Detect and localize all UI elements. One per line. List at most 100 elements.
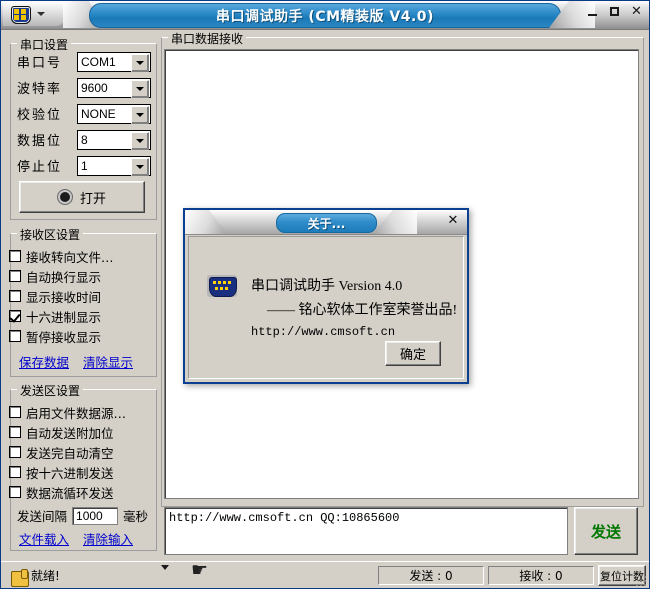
send-button-label: 发送 [590,522,621,541]
checkbox-box[interactable] [9,486,21,498]
checkbox-box[interactable] [9,270,21,282]
data-bits-select[interactable]: 8 [77,129,151,150]
open-port-button[interactable]: 打开 [19,181,145,213]
chevron-down-icon[interactable] [131,157,149,176]
clear-display-link[interactable]: 清除显示 [83,352,133,371]
about-publisher-text: —— 铭心软体工作室荣誉出品! [267,303,458,318]
checkbox-box[interactable] [9,426,21,438]
save-data-link[interactable]: 保存数据 [19,352,69,371]
receive-settings-title: 接收区设置 [17,226,84,243]
checkbox-label: 数据流循环发送 [26,485,114,501]
status-ready-panel: 就绪! [5,566,165,587]
dialog-left-curve [185,210,227,234]
about-dialog-title-bar: 关于... ✕ [185,210,467,235]
checkbox-box[interactable] [9,290,21,302]
checkbox-enable-file-source[interactable]: 启用文件数据源… [9,403,126,421]
serial-port-label: 串口号 [17,56,63,71]
about-url-text: http://www.cmsoft.cn [251,325,396,339]
about-ok-button[interactable]: 确定 [385,341,441,366]
stop-bits-select[interactable]: 1 [77,155,151,176]
baud-rate-select[interactable]: 9600 [77,77,151,98]
chevron-down-icon[interactable] [131,53,149,72]
serial-port-select[interactable]: COM1 [77,51,151,72]
checkbox-box[interactable] [9,406,21,418]
about-dialog-title: 关于... [307,216,346,231]
status-ready-text: 就绪! [31,569,60,583]
checkbox-box[interactable] [9,250,21,262]
data-bits-label: 数据位 [17,134,63,149]
checkbox-label: 按十六进制发送 [26,465,114,481]
serial-debug-assistant-window: 串口调试助手 (CM精装版 V4.0) ✕ 串口设置 串口号 COM1 波特率 … [0,0,650,589]
receive-data-title: 串口数据接收 [168,30,247,47]
checkbox-box[interactable] [9,330,21,342]
status-bar: 就绪! 发送 : 0 接收 : 0 复位计数 [1,561,649,588]
checkbox-pause-receive[interactable]: 暂停接收显示 [9,327,101,345]
pointing-hand-icon [11,569,29,587]
send-interval-label: 发送间隔 [17,509,68,524]
checkbox-box[interactable] [9,446,21,458]
title-pill: 串口调试助手 (CM精装版 V4.0) [89,3,561,28]
send-links: 文件载入 清除输入 [19,529,133,548]
close-icon[interactable]: ✕ [630,5,643,18]
checkbox-auto-append-bits[interactable]: 自动发送附加位 [9,423,114,441]
checkbox-box[interactable] [9,466,21,478]
about-dialog: 关于... ✕ 串口调试助手 Version 4.0 —— 铭心软体工作室荣誉出… [183,208,469,384]
parity-row: 校验位 NONE [17,103,151,124]
db9-serial-connector-icon [207,275,237,297]
data-bits-row: 数据位 8 [17,129,151,150]
window-menu-button[interactable] [3,2,66,26]
serial-port-row: 串口号 COM1 [17,51,151,72]
send-interval-input[interactable]: 1000 [72,506,119,525]
crest-icon [11,6,31,24]
checkbox-clear-after-send[interactable]: 发送完自动清空 [9,443,114,461]
checkbox-box-checked[interactable] [9,310,21,322]
close-icon[interactable]: ✕ [446,213,460,228]
send-button[interactable]: 发送 [574,507,638,555]
checkbox-loop-send[interactable]: 数据流循环发送 [9,483,114,501]
open-port-label: 打开 [79,191,106,207]
serial-port-value: COM1 [81,54,116,69]
checkbox-send-as-hex[interactable]: 按十六进制发送 [9,463,114,481]
checkbox-label: 发送完自动清空 [26,445,114,461]
parity-value: NONE [81,106,116,121]
receive-links: 保存数据 清除显示 [19,352,133,371]
stop-bits-value: 1 [81,158,88,173]
send-interval-row: 发送间隔 1000 毫秒 [17,506,148,525]
stop-bits-row: 停止位 1 [17,155,151,176]
checkbox-label: 暂停接收显示 [26,329,102,345]
baud-rate-row: 波特率 9600 [17,77,151,98]
parity-select[interactable]: NONE [77,103,151,124]
chevron-down-icon[interactable] [131,131,149,150]
about-version-text: 串口调试助手 Version 4.0 [251,279,403,294]
send-interval-unit: 毫秒 [123,509,149,524]
checkbox-label: 接收转向文件… [26,249,114,265]
data-bits-value: 8 [81,132,88,147]
checkbox-auto-wrap[interactable]: 自动换行显示 [9,267,101,285]
checkbox-receive-to-file[interactable]: 接收转向文件… [9,247,114,265]
parity-label: 校验位 [17,108,63,123]
checkbox-label: 显示接收时间 [26,289,102,305]
chevron-down-icon [37,12,45,16]
resize-grip[interactable] [633,573,647,587]
send-settings-title: 发送区设置 [17,382,84,399]
status-received-count: 接收 : 0 [488,566,594,585]
chevron-down-icon[interactable] [131,79,149,98]
dialog-title-pill: 关于... [276,213,377,233]
window-title: 串口调试助手 (CM精装版 V4.0) [216,8,434,25]
clear-input-link[interactable]: 清除输入 [83,529,133,548]
maximize-icon[interactable] [608,5,621,18]
dialog-right-curve [373,210,417,234]
minimize-icon[interactable] [586,5,599,18]
overflow-caret-icon [161,565,169,570]
baud-rate-value: 9600 [81,80,108,95]
stop-bits-label: 停止位 [17,160,63,175]
checkbox-hex-display[interactable]: 十六进制显示 [9,307,101,325]
load-file-link[interactable]: 文件载入 [19,529,69,548]
about-ok-label: 确定 [399,348,426,363]
status-indicator-icon [57,190,72,204]
checkbox-show-receive-time[interactable]: 显示接收时间 [9,287,101,305]
about-dialog-body: 串口调试助手 Version 4.0 —— 铭心软体工作室荣誉出品! http:… [188,236,464,379]
chevron-down-icon[interactable] [131,105,149,124]
checkbox-label: 十六进制显示 [26,309,102,325]
send-input[interactable]: http://www.cmsoft.cn QQ:10865600 [164,507,568,555]
